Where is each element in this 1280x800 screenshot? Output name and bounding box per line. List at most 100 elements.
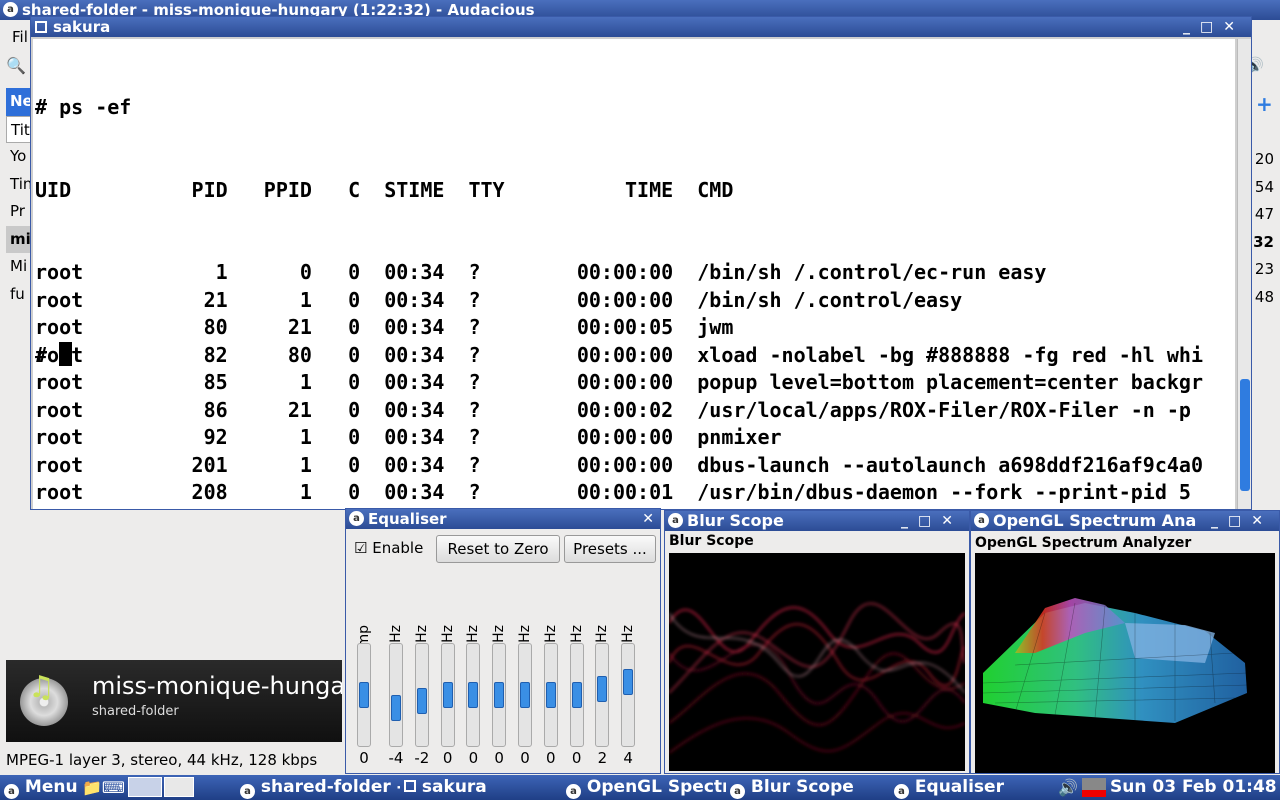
clock[interactable]: Sun 03 Feb 01:48 <box>1110 775 1277 800</box>
band-slider[interactable] <box>569 643 584 747</box>
minimize-icon[interactable]: _ <box>901 513 918 529</box>
task-eq-label: Equaliser <box>914 777 1004 797</box>
close-icon[interactable]: ✕ <box>1251 513 1273 529</box>
blur-scope-titlebar[interactable]: a Blur Scope _□✕ <box>665 511 969 531</box>
equaliser-titlebar[interactable]: a Equaliser ✕ <box>346 509 660 529</box>
ps-row: root 82 80 0 00:34 ? 00:00:00 xload -nol… <box>35 342 1203 367</box>
band-slider-handle[interactable] <box>623 669 634 696</box>
checkbox-checked-icon[interactable]: ☑ <box>354 539 367 557</box>
task-blur-label: Blur Scope <box>750 777 854 797</box>
task-equaliser[interactable]: a Equaliser <box>894 775 1054 800</box>
taskbar: a Menu 📁⌨ a shared-folder - Audacious sa… <box>0 775 1280 800</box>
window-controls[interactable]: _□✕ <box>901 511 963 531</box>
band-slider-handle[interactable] <box>597 675 608 702</box>
search-icon[interactable]: 🔍 <box>6 56 32 82</box>
audacious-logo-icon: a <box>349 511 364 526</box>
band-slider[interactable] <box>595 643 610 747</box>
band-slider[interactable] <box>389 643 403 747</box>
files-icon[interactable]: 📁 <box>82 778 102 797</box>
band-label: 500 Hz <box>491 571 511 674</box>
audacious-logo-icon: a <box>566 784 581 799</box>
band-slider-handle[interactable] <box>520 682 530 708</box>
pager-desktop-2[interactable] <box>164 777 194 797</box>
band-slider-handle[interactable] <box>416 688 427 715</box>
band-value: 0 <box>571 749 582 767</box>
sakura-window: sakura _□✕ # ps -ef UID PID PPID C STIME… <box>30 16 1252 510</box>
maximize-icon[interactable]: □ <box>918 513 941 529</box>
band-slider-handle[interactable] <box>571 682 582 708</box>
minimize-icon[interactable]: _ <box>1211 513 1228 529</box>
band-slider[interactable] <box>357 643 371 747</box>
maximize-icon[interactable]: □ <box>1200 19 1223 35</box>
band-slider[interactable] <box>414 643 429 747</box>
start-menu-button[interactable]: a Menu <box>4 775 78 800</box>
blur-scope-visualization <box>669 553 965 771</box>
close-icon[interactable]: ✕ <box>941 513 963 529</box>
keyboard-icon[interactable]: ⌨ <box>102 778 124 797</box>
pager-desktop-1[interactable] <box>128 777 162 797</box>
band-slider[interactable] <box>466 643 481 747</box>
task-sakura[interactable]: sakura <box>404 775 554 800</box>
band-value: 0 <box>546 749 556 767</box>
band-slider-handle[interactable] <box>391 694 401 721</box>
ps-row: root 80 21 0 00:34 ? 00:00:05 jwm <box>35 315 734 339</box>
add-playlist-icon[interactable]: + <box>1256 92 1273 116</box>
minimize-icon[interactable]: _ <box>1183 19 1200 35</box>
equaliser-window: a Equaliser ✕ ☑ Enable Reset to Zero Pre… <box>345 508 661 774</box>
scrollbar-thumb[interactable] <box>1240 379 1250 491</box>
band-slider-handle[interactable] <box>442 682 453 708</box>
task-audacious[interactable]: a shared-folder - Audacious <box>240 775 400 800</box>
xload-graph <box>1082 778 1106 797</box>
terminal-output[interactable]: # ps -ef UID PID PPID C STIME TTY TIME C… <box>33 39 1235 509</box>
task-opengl[interactable]: a OpenGL Spectrum Analyzer <box>566 775 726 800</box>
band-value: -4 <box>388 749 404 767</box>
audacious-logo-icon: a <box>668 513 683 528</box>
close-icon[interactable]: ✕ <box>1223 19 1245 35</box>
band-label: 2 kHz <box>543 571 563 664</box>
terminal-icon <box>404 780 416 792</box>
band-slider[interactable] <box>543 643 558 747</box>
band-value: 0 <box>494 749 504 767</box>
band-value: 2 <box>597 749 608 767</box>
opengl-label: OpenGL Spectrum Analyzer <box>975 535 1192 551</box>
menu-label: Menu <box>24 777 78 797</box>
sakura-title: sakura <box>53 18 111 36</box>
band-slider-handle[interactable] <box>359 682 369 708</box>
band-label: 16 kHz <box>620 571 640 673</box>
audacious-logo-icon: a <box>3 2 18 17</box>
ps-row: root 1 0 0 00:34 ? 00:00:00 /bin/sh /.co… <box>35 260 1047 284</box>
band-slider[interactable] <box>621 643 636 747</box>
stream-info: MPEG-1 layer 3, stereo, 44 kHz, 128 kbps <box>6 751 318 769</box>
audacious-logo-icon: a <box>730 784 745 799</box>
band-label: 250 Hz <box>465 571 485 674</box>
blur-scope-label: Blur Scope <box>669 533 754 549</box>
band-slider[interactable] <box>518 643 532 747</box>
opengl-titlebar[interactable]: a OpenGL Spectrum Ana _□✕ <box>971 511 1279 531</box>
band-slider-handle[interactable] <box>468 682 479 708</box>
band-slider[interactable] <box>492 643 507 747</box>
equaliser-title: Equaliser <box>368 510 447 528</box>
band-slider-handle[interactable] <box>545 682 556 708</box>
window-controls[interactable]: _□✕ <box>1211 511 1273 531</box>
window-controls[interactable]: _□✕ <box>1183 17 1245 37</box>
band-slider-handle[interactable] <box>494 682 505 708</box>
task-blur-scope[interactable]: a Blur Scope <box>730 775 890 800</box>
launcher-icons[interactable]: 📁⌨ <box>82 775 124 800</box>
volume-tray-icon[interactable]: 🔊 <box>1058 775 1080 800</box>
enable-checkbox[interactable]: ☑ Enable <box>354 539 423 557</box>
band-slider[interactable] <box>440 643 455 747</box>
band-label: 4 kHz <box>569 571 589 664</box>
ps-header: UID PID PPID C STIME TTY TIME CMD <box>35 177 734 202</box>
band-value: 0 <box>359 749 369 767</box>
command-line: # ps -ef <box>35 95 132 119</box>
reset-to-zero-button[interactable]: Reset to Zero <box>436 535 560 563</box>
terminal-scrollbar[interactable] <box>1237 39 1251 509</box>
ps-row: root 208 1 0 00:34 ? 00:00:01 /usr/bin/d… <box>35 480 1191 504</box>
now-playing-title: miss-monique-hungary <box>92 672 342 700</box>
maximize-icon[interactable]: □ <box>1228 513 1251 529</box>
presets-button[interactable]: Presets ... <box>564 535 656 563</box>
text-cursor <box>59 341 73 366</box>
close-icon[interactable]: ✕ <box>642 509 654 529</box>
blur-scope-title: Blur Scope <box>687 511 784 530</box>
sakura-titlebar[interactable]: sakura _□✕ <box>31 17 1251 37</box>
